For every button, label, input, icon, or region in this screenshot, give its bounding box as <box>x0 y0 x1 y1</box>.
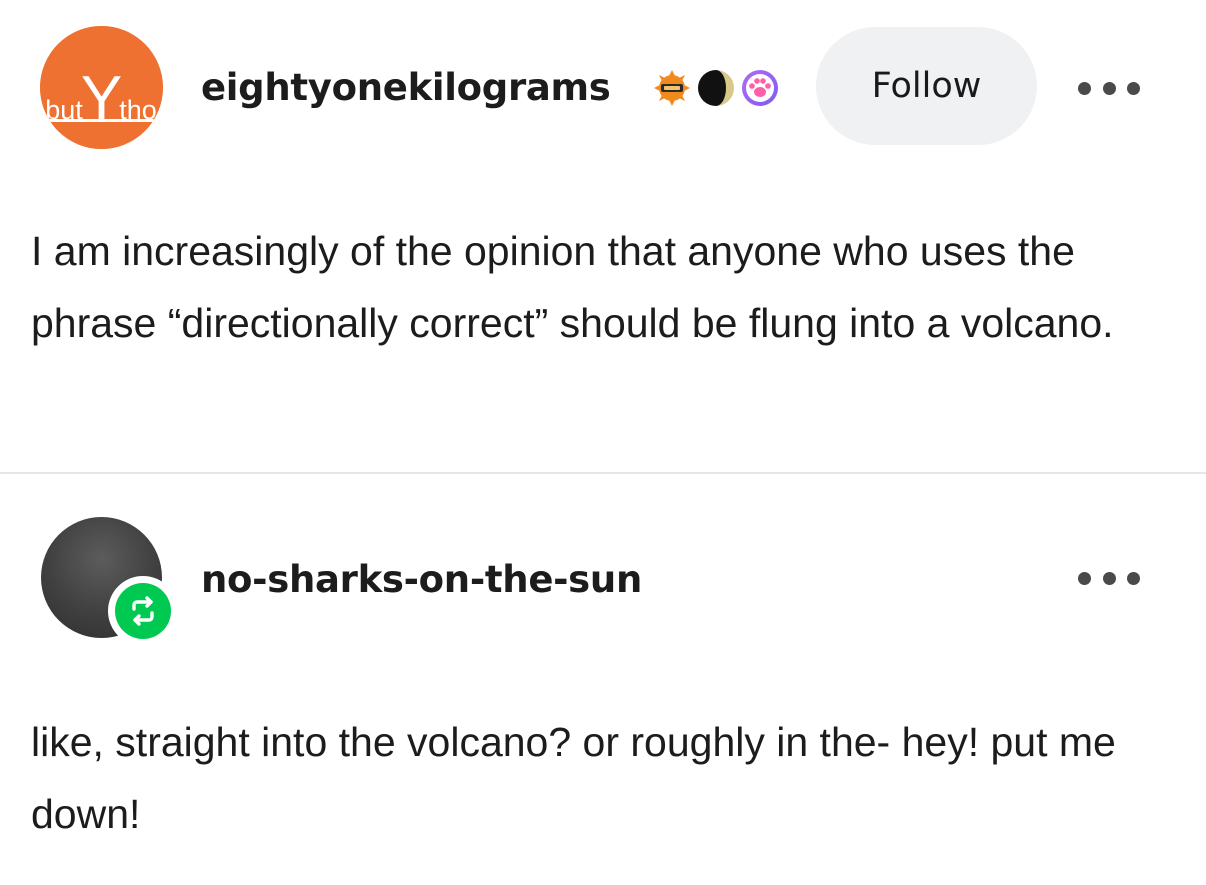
avatar-logo-icon: but Y tho <box>40 26 163 149</box>
avatar-text-right: tho <box>119 95 157 125</box>
ellipsis-dot <box>1127 81 1140 95</box>
reblog-badge <box>108 576 178 646</box>
avatar-text-left: but <box>45 95 83 125</box>
ellipsis-icon[interactable] <box>1078 566 1140 590</box>
ellipsis-dot <box>1078 571 1091 585</box>
post-text: like, straight into the volcano? or roug… <box>31 719 1116 837</box>
original-post: but Y tho eightyonekilograms Follow I am… <box>0 0 1206 474</box>
badge-list <box>652 68 780 108</box>
moon-phase-icon[interactable] <box>696 68 736 108</box>
paw-print-icon[interactable] <box>740 68 780 108</box>
post-text: I am increasingly of the opinion that an… <box>31 228 1114 346</box>
avatar-text-mark: Y <box>81 64 122 133</box>
ellipsis-dot <box>1102 81 1116 95</box>
username[interactable]: no-sharks-on-the-sun <box>201 558 642 602</box>
ellipsis-dot <box>1078 81 1091 95</box>
fez-badge-icon[interactable] <box>652 68 692 108</box>
username[interactable]: eightyonekilograms <box>201 66 611 110</box>
follow-button[interactable]: Follow <box>816 27 1037 145</box>
ellipsis-dot <box>1127 571 1140 585</box>
ellipsis-dot <box>1102 571 1116 585</box>
ellipsis-icon[interactable] <box>1078 76 1140 100</box>
avatar[interactable]: but Y tho <box>40 26 163 149</box>
reblog-icon <box>132 596 154 626</box>
